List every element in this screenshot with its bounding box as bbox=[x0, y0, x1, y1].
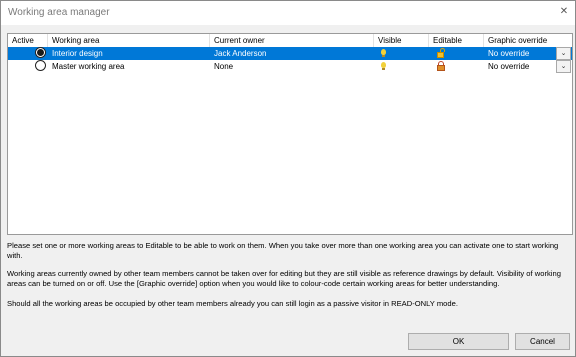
lock-open-icon bbox=[437, 48, 446, 58]
working-areas-table: Active Working area Current owner Visibl… bbox=[7, 33, 573, 235]
info-text-editable: Please set one or more working areas to … bbox=[7, 241, 559, 260]
table-row[interactable]: Interior design Jack Anderson No overrid… bbox=[8, 47, 572, 60]
graphic-override-dropdown-button[interactable]: ⌄ bbox=[556, 60, 571, 73]
column-header-current-owner[interactable]: Current owner bbox=[210, 34, 374, 47]
window-title: Working area manager bbox=[8, 7, 110, 18]
lightbulb-icon bbox=[381, 62, 386, 70]
info-text-visibility: Working areas currently owned by other t… bbox=[7, 269, 561, 288]
close-button[interactable]: ✕ bbox=[553, 1, 575, 23]
lock-closed-icon bbox=[437, 61, 445, 71]
chevron-down-icon: ⌄ bbox=[560, 63, 567, 70]
current-owner: None bbox=[214, 62, 234, 71]
column-header-active[interactable]: Active bbox=[8, 34, 48, 47]
column-header-graphic-override[interactable]: Graphic override bbox=[484, 34, 572, 47]
editable-toggle[interactable] bbox=[429, 60, 484, 73]
lightbulb-icon bbox=[381, 49, 386, 57]
active-radio[interactable] bbox=[35, 47, 46, 58]
column-header-working-area[interactable]: Working area bbox=[48, 34, 210, 47]
active-radio[interactable] bbox=[35, 60, 46, 71]
graphic-override-select[interactable]: No override bbox=[484, 47, 556, 60]
ok-button[interactable]: OK bbox=[408, 333, 509, 350]
working-area-name: Interior design bbox=[52, 49, 103, 58]
table-row[interactable]: Master working area None No override ⌄ bbox=[8, 60, 572, 73]
chevron-down-icon: ⌄ bbox=[560, 50, 567, 57]
cancel-button[interactable]: Cancel bbox=[515, 333, 570, 350]
visible-toggle[interactable] bbox=[374, 47, 429, 60]
graphic-override-select[interactable]: No override bbox=[484, 60, 556, 73]
title-bar: Working area manager ✕ bbox=[1, 1, 575, 25]
editable-toggle[interactable] bbox=[429, 47, 484, 60]
column-header-visible[interactable]: Visible bbox=[374, 34, 429, 47]
info-text-readonly: Should all the working areas be occupied… bbox=[7, 299, 458, 308]
visible-toggle[interactable] bbox=[374, 60, 429, 73]
table-header: Active Working area Current owner Visibl… bbox=[8, 34, 572, 48]
graphic-override-dropdown-button[interactable]: ⌄ bbox=[556, 47, 571, 60]
current-owner: Jack Anderson bbox=[214, 49, 267, 58]
working-area-manager-dialog: Working area manager ✕ Active Working ar… bbox=[0, 0, 576, 357]
working-area-name: Master working area bbox=[52, 62, 125, 71]
column-header-editable[interactable]: Editable bbox=[429, 34, 484, 47]
